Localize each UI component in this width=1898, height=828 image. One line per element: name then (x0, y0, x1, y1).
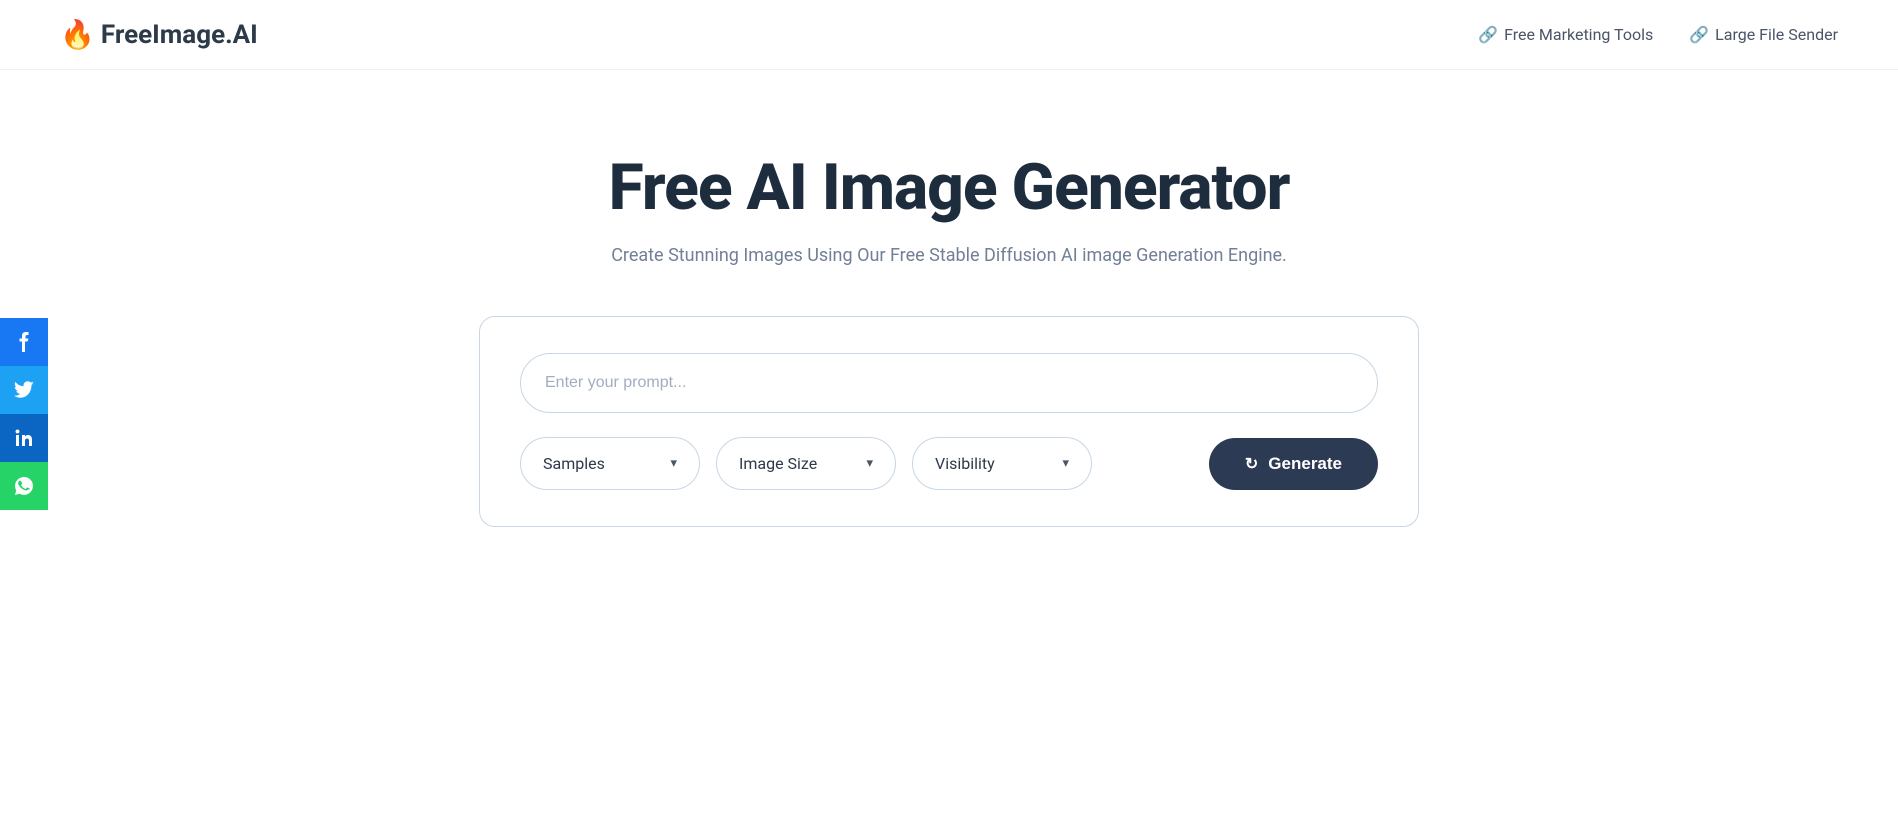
twitter-share-button[interactable] (0, 366, 48, 414)
visibility-label: Visibility (935, 454, 995, 473)
samples-dropdown[interactable]: Samples ▾ (520, 437, 700, 490)
nav-large-file-sender[interactable]: 🔗 Large File Sender (1689, 25, 1838, 44)
main-content: Free AI Image Generator Create Stunning … (0, 70, 1898, 567)
chevron-down-icon: ▾ (866, 456, 873, 471)
image-size-label: Image Size (739, 454, 817, 473)
generator-card: Samples ▾ Image Size ▾ Visibility ▾ ↻ Ge… (479, 316, 1419, 527)
page-title: Free AI Image Generator (609, 150, 1290, 225)
link-icon-file-sender: 🔗 (1689, 25, 1709, 44)
chevron-down-icon: ▾ (1062, 456, 1069, 471)
whatsapp-share-button[interactable] (0, 462, 48, 510)
logo-icon: 🔥 (60, 18, 95, 51)
header: 🔥 FreeImage.AI 🔗 Free Marketing Tools 🔗 … (0, 0, 1898, 70)
chevron-down-icon: ▾ (670, 456, 677, 471)
nav-free-marketing-tools[interactable]: 🔗 Free Marketing Tools (1478, 25, 1653, 44)
linkedin-share-button[interactable] (0, 414, 48, 462)
image-size-dropdown[interactable]: Image Size ▾ (716, 437, 896, 490)
generate-label: Generate (1268, 454, 1342, 474)
refresh-icon: ↻ (1245, 454, 1258, 474)
prompt-input[interactable] (520, 353, 1378, 413)
social-sidebar (0, 318, 48, 510)
visibility-dropdown[interactable]: Visibility ▾ (912, 437, 1092, 490)
link-icon-marketing: 🔗 (1478, 25, 1498, 44)
samples-label: Samples (543, 454, 605, 473)
generate-button[interactable]: ↻ Generate (1209, 438, 1378, 490)
page-subtitle: Create Stunning Images Using Our Free St… (611, 245, 1287, 266)
nav: 🔗 Free Marketing Tools 🔗 Large File Send… (1478, 25, 1838, 44)
controls-row: Samples ▾ Image Size ▾ Visibility ▾ ↻ Ge… (520, 437, 1378, 490)
logo[interactable]: 🔥 FreeImage.AI (60, 18, 258, 51)
facebook-share-button[interactable] (0, 318, 48, 366)
logo-text: FreeImage.AI (101, 20, 258, 50)
